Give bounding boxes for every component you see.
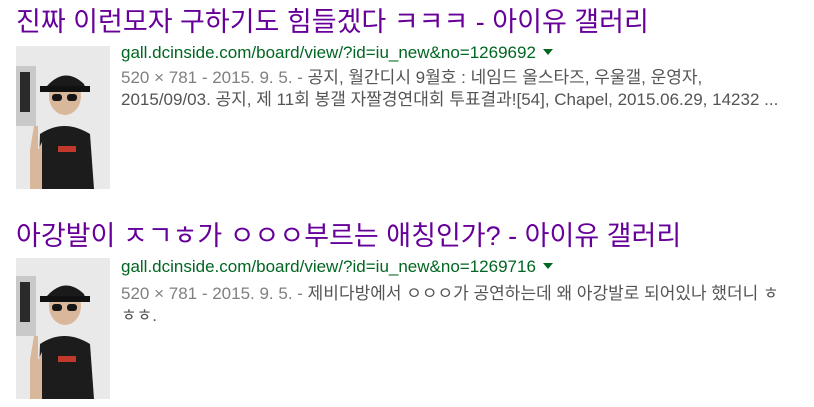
result-url[interactable]: gall.dcinside.com/board/view/?id=iu_new&… (121, 256, 553, 277)
result-meta: 520 × 781 - 2015. 9. 5. - (121, 68, 308, 87)
result-snippet: 520 × 781 - 2015. 9. 5. - 공지, 월간디시 9월호 :… (121, 67, 791, 111)
result-title-link[interactable]: 아강발이 ㅈㄱㅎ가 ㅇㅇㅇ부르는 애칭인가? - 아이유 갤러리 (16, 220, 681, 252)
search-result: 진짜 이런모자 구하기도 힘들겠다 ㅋㅋㅋ - 아이유 갤러리 gall.dci… (0, 6, 814, 196)
result-thumbnail[interactable] (16, 258, 110, 399)
result-title-link[interactable]: 진짜 이런모자 구하기도 힘들겠다 ㅋㅋㅋ - 아이유 갤러리 (16, 6, 649, 38)
result-url-text[interactable]: gall.dcinside.com/board/view/?id=iu_new&… (121, 43, 536, 62)
result-thumbnail[interactable] (16, 46, 110, 189)
photo-thumbnail-icon (16, 258, 110, 399)
result-meta: 520 × 781 - 2015. 9. 5. - (121, 284, 308, 303)
result-url[interactable]: gall.dcinside.com/board/view/?id=iu_new&… (121, 42, 553, 63)
photo-thumbnail-icon (16, 46, 110, 189)
search-result: 아강발이 ㅈㄱㅎ가 ㅇㅇㅇ부르는 애칭인가? - 아이유 갤러리 gall.dc… (0, 220, 814, 400)
chevron-down-icon[interactable] (542, 49, 553, 55)
result-snippet: 520 × 781 - 2015. 9. 5. - 제비다방에서 ㅇㅇㅇ가 공연… (121, 283, 791, 327)
result-url-text[interactable]: gall.dcinside.com/board/view/?id=iu_new&… (121, 257, 536, 276)
chevron-down-icon[interactable] (542, 263, 553, 269)
